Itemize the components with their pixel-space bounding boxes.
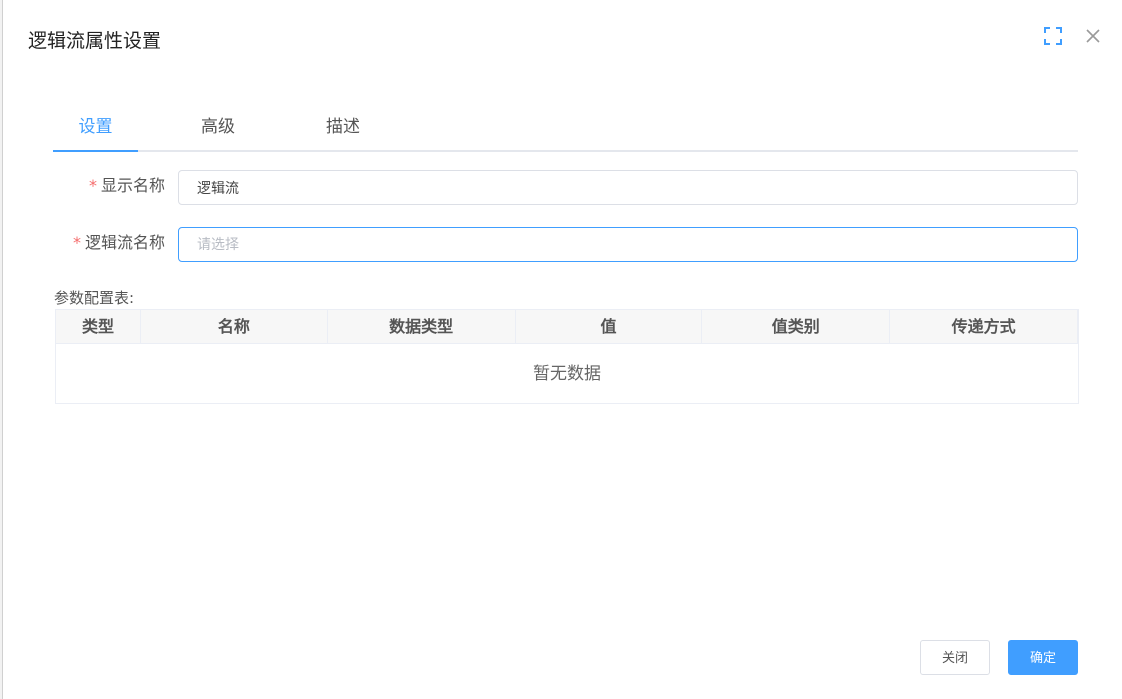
column-header-value-category[interactable]: 值类别 [702, 310, 891, 344]
column-header-name[interactable]: 名称 [141, 310, 328, 344]
close-dialog-button[interactable]: 关闭 [920, 640, 990, 675]
tab-advanced[interactable]: 高级 [178, 104, 258, 150]
dialog-title: 逻辑流属性设置 [28, 30, 162, 52]
display-name-input[interactable] [178, 170, 1078, 205]
close-icon [1086, 29, 1100, 43]
flow-name-row: * 逻辑流名称 [53, 227, 1078, 263]
dialog-header: 逻辑流属性设置 [3, 0, 1122, 80]
tab-description[interactable]: 描述 [303, 104, 383, 150]
dialog: 逻辑流属性设置 设置 高级 描述 *显示名称 *逻辑流名称 参数配置表: 类型 … [2, 0, 1122, 699]
column-header-pass-mode[interactable]: 传递方式 [890, 310, 1078, 344]
close-button[interactable] [1081, 24, 1105, 48]
flow-name-select[interactable] [178, 227, 1078, 262]
flow-name-label: * 逻辑流名称 [53, 227, 165, 261]
params-table: 类型 名称 数据类型 值 值类别 传递方式 暂无数据 [55, 309, 1079, 404]
fullscreen-icon [1044, 27, 1062, 45]
display-name-row: * 显示名称 [53, 170, 1078, 206]
required-mark: * [88, 176, 97, 195]
fullscreen-button[interactable] [1041, 24, 1065, 48]
tab-settings[interactable]: 设置 [53, 104, 138, 150]
column-header-data-type[interactable]: 数据类型 [328, 310, 516, 344]
column-header-value[interactable]: 值 [516, 310, 703, 344]
table-empty-text: 暂无数据 [533, 364, 601, 384]
tab-bar: 设置 高级 描述 [53, 104, 1078, 152]
active-tab-indicator [53, 150, 138, 152]
params-table-label: 参数配置表: [54, 289, 135, 307]
required-mark: * [72, 233, 81, 252]
table-header: 类型 名称 数据类型 值 值类别 传递方式 [56, 310, 1078, 344]
display-name-label: * 显示名称 [53, 170, 165, 204]
flow-name-label-text: 逻辑流名称 [84, 233, 165, 252]
confirm-button[interactable]: 确定 [1008, 640, 1078, 675]
column-header-type[interactable]: 类型 [56, 310, 141, 344]
display-name-label-text: 显示名称 [100, 176, 165, 195]
